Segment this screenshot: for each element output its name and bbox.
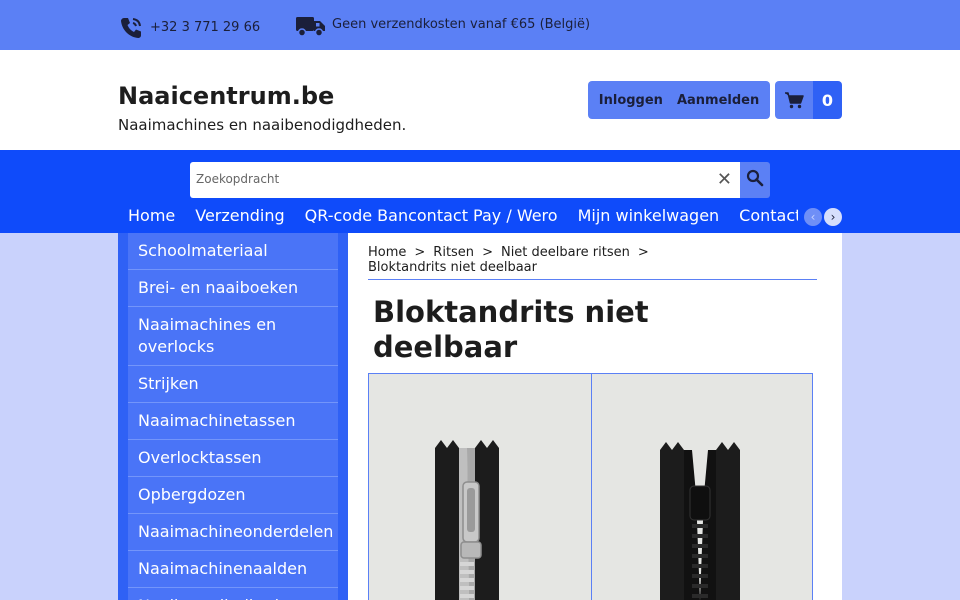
- breadcrumb-item-home[interactable]: Home: [368, 245, 406, 260]
- phone-icon: [118, 15, 144, 45]
- sidebar-item-naaimachineonderdelen[interactable]: Naaimachineonderdelen: [128, 514, 338, 551]
- menu-item-contact[interactable]: Contact: [739, 206, 798, 225]
- breadcrumb-item-niet-deelbare-ritsen[interactable]: Niet deelbare ritsen: [501, 245, 630, 260]
- category-sidebar: Schoolmateriaal Brei- en naaiboeken Naai…: [118, 233, 348, 600]
- top-info-bar: +32 3 771 29 66 Geen verzendkosten vanaf…: [0, 0, 960, 50]
- search-input[interactable]: Zoekopdracht ✕: [190, 162, 740, 198]
- menu-item-qr-code[interactable]: QR-code Bancontact Pay / Wero: [305, 206, 558, 225]
- breadcrumb-separator: >: [637, 245, 649, 260]
- search-placeholder: Zoekopdracht: [196, 172, 280, 186]
- search-icon: [746, 169, 764, 191]
- sidebar-item-opbergdozen[interactable]: Opbergdozen: [128, 477, 338, 514]
- shipping-info: Geen verzendkosten vanaf €65 (België): [295, 15, 590, 41]
- search-button[interactable]: [740, 162, 770, 198]
- menu-next-arrow-icon[interactable]: ›: [824, 208, 842, 226]
- cart-count: 0: [813, 81, 842, 119]
- main-content: Home > Ritsen > Niet deelbare ritsen > Bloktan…: [348, 233, 842, 600]
- sidebar-item-strijken[interactable]: Strijken: [128, 366, 338, 403]
- breadcrumb-item-current: Bloktandrits niet deelbaar: [368, 260, 537, 275]
- truck-icon: [295, 15, 326, 41]
- cart-icon: [775, 81, 813, 119]
- cart-button[interactable]: 0: [775, 81, 842, 119]
- breadcrumb-item-ritsen[interactable]: Ritsen: [433, 245, 474, 260]
- product-image-zipper-white[interactable]: [369, 374, 591, 600]
- phone-info[interactable]: +32 3 771 29 66: [118, 15, 260, 45]
- menu-item-verzending[interactable]: Verzending: [195, 206, 284, 225]
- navigation-band: Zoekopdracht ✕ Home Verzending QR-code Ban…: [0, 150, 960, 233]
- account-box: Inloggen Aanmelden: [588, 81, 770, 119]
- site-title[interactable]: Naaicentrum.be: [118, 82, 334, 110]
- breadcrumb-separator: >: [482, 245, 493, 260]
- phone-number: +32 3 771 29 66: [150, 19, 261, 35]
- sidebar-item-overlocktassen[interactable]: Overlocktassen: [128, 440, 338, 477]
- category-list: Schoolmateriaal Brei- en naaiboeken Naai…: [128, 233, 338, 600]
- main-menu: Home Verzending QR-code Bancontact Pay / W…: [118, 206, 798, 230]
- product-photo-gallery: [368, 373, 813, 600]
- site-subtitle: Naaimachines en naaibenodigdheden.: [118, 116, 407, 134]
- breadcrumb: Home > Ritsen > Niet deelbare ritsen > Bloktan…: [368, 245, 817, 280]
- product-image-zipper-black[interactable]: [590, 374, 812, 600]
- sidebar-item-naaimachinenaalden[interactable]: Naaimachinenaalden: [128, 551, 338, 588]
- sidebar-item-naaimachines[interactable]: Naaimachines en overlocks: [128, 307, 338, 366]
- menu-prev-arrow-icon[interactable]: ‹: [804, 208, 822, 226]
- clear-icon[interactable]: ✕: [717, 169, 732, 190]
- breadcrumb-separator: >: [414, 245, 426, 260]
- shipping-text: Geen verzendkosten vanaf €65 (België): [332, 16, 591, 32]
- site-header: Naaicentrum.be Naaimachines en naaibenod…: [0, 50, 960, 150]
- sidebar-item-naaibenodigdheden[interactable]: Naaibenodigdheden: [128, 588, 338, 600]
- menu-item-home[interactable]: Home: [128, 206, 175, 225]
- menu-item-cart[interactable]: Mijn winkelwagen: [578, 206, 720, 225]
- page-title: Bloktandrits niet deelbaar: [373, 295, 649, 364]
- register-link[interactable]: Aanmelden: [677, 93, 759, 108]
- sidebar-item-naaimachinetassen[interactable]: Naaimachinetassen: [128, 403, 338, 440]
- sidebar-item-schoolmateriaal[interactable]: Schoolmateriaal: [128, 233, 338, 270]
- login-link[interactable]: Inloggen: [599, 93, 663, 108]
- sidebar-item-brei-en-naaiboeken[interactable]: Brei- en naaiboeken: [128, 270, 338, 307]
